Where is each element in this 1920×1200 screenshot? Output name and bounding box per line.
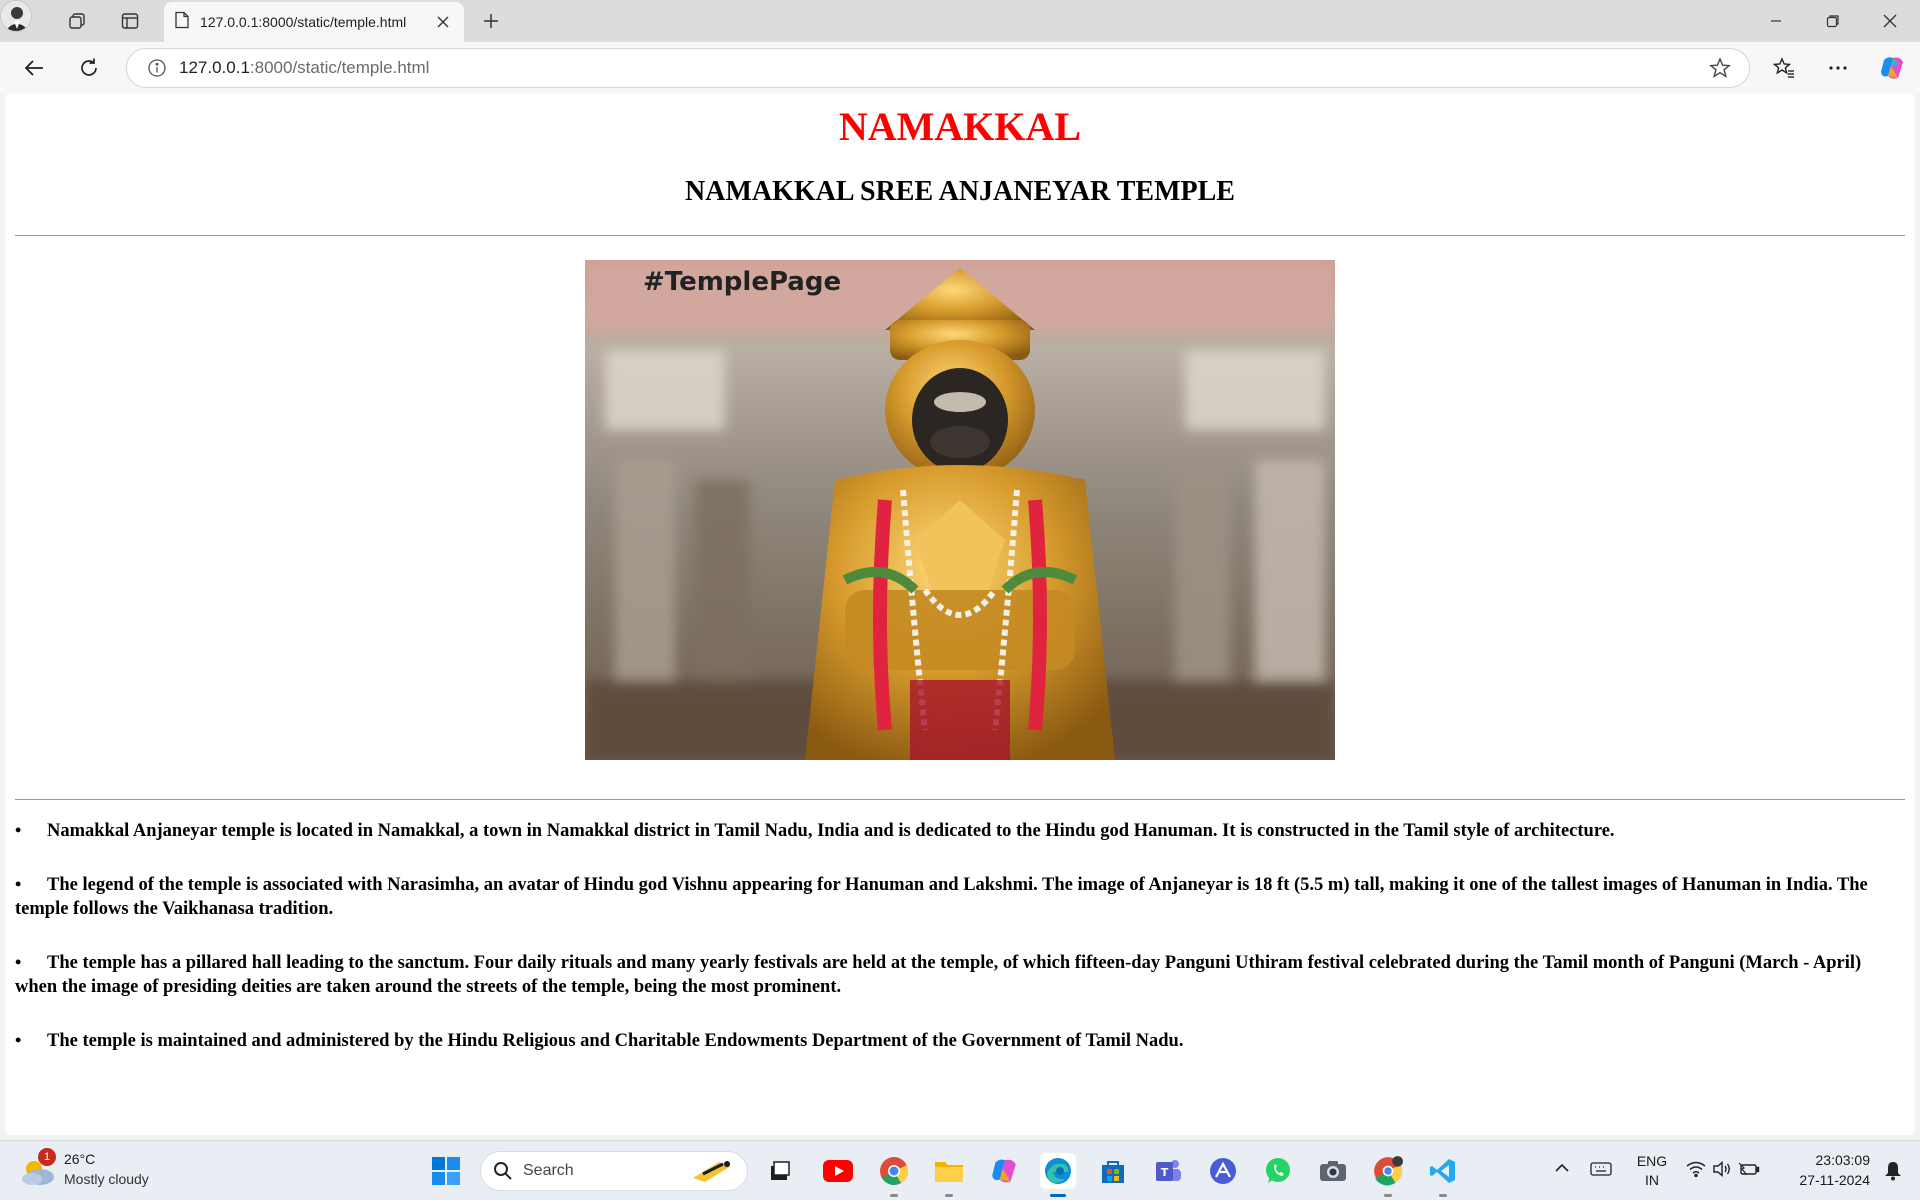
microsoft-store-icon[interactable]	[1095, 1153, 1131, 1189]
chrome-profile-icon[interactable]	[1370, 1153, 1406, 1197]
url-host: 127.0.0.1	[179, 58, 250, 77]
url-text: 127.0.0.1:8000/static/temple.html	[179, 58, 429, 78]
clock-date[interactable]: 27-11-2024	[1776, 1172, 1870, 1188]
list-item: • The temple is maintained and administer…	[15, 1028, 1905, 1053]
page-icon	[174, 11, 190, 34]
chevron-up-icon[interactable]	[1554, 1161, 1570, 1179]
close-tab-icon[interactable]	[432, 11, 454, 33]
divider-bottom	[15, 799, 1905, 800]
tab-title: 127.0.0.1:8000/static/temple.html	[200, 14, 407, 30]
teams-icon[interactable]: T	[1150, 1153, 1186, 1189]
hanuman-idol-image: #TemplePage	[585, 260, 1335, 760]
search-icon	[493, 1161, 513, 1181]
minimize-icon[interactable]	[1748, 0, 1804, 42]
site-title: NAMAKKAL	[838, 104, 1082, 149]
language-code[interactable]: ENG	[1632, 1153, 1672, 1169]
new-tab-icon[interactable]	[476, 7, 506, 35]
site-info-icon[interactable]	[147, 58, 167, 78]
edge-browser-icon[interactable]	[1040, 1153, 1076, 1197]
page-viewport: NAMAKKAL NAMAKKAL SREE ANJANEYAR TEMPLE	[5, 93, 1915, 1135]
volume-icon[interactable]	[1712, 1160, 1732, 1182]
svg-text:T: T	[1161, 1166, 1169, 1179]
camera-icon[interactable]	[1315, 1153, 1351, 1189]
favorite-star-icon[interactable]	[1709, 57, 1731, 79]
restore-icon[interactable]	[1805, 0, 1861, 42]
start-button[interactable]	[428, 1153, 464, 1189]
fact-text: The legend of the temple is associated w…	[15, 875, 1868, 919]
taskbar-search[interactable]: Search	[480, 1151, 748, 1191]
back-arrow-icon[interactable]	[18, 52, 50, 84]
copilot-icon[interactable]	[1876, 52, 1908, 84]
bullet: •	[15, 1030, 22, 1050]
temple-heading: NAMAKKAL SREE ANJANEYAR TEMPLE	[685, 176, 1235, 207]
fact-text: Namakkal Anjaneyar temple is located in …	[47, 821, 1615, 841]
tab-temple-page[interactable]: 127.0.0.1:8000/static/temple.html	[164, 2, 464, 42]
profile-avatar[interactable]	[0, 0, 32, 32]
notification-badge: 1	[38, 1148, 56, 1166]
weather-description: Mostly cloudy	[64, 1171, 149, 1187]
workspaces-icon[interactable]	[62, 7, 92, 35]
browser-tab-bar: 127.0.0.1:8000/static/temple.html	[0, 0, 1920, 42]
copilot-app-icon[interactable]	[986, 1153, 1022, 1189]
vpn-app-icon[interactable]	[1205, 1153, 1241, 1189]
bullet: •	[15, 820, 22, 840]
list-item: • Namakkal Anjaneyar temple is located in…	[15, 818, 1905, 843]
youtube-icon[interactable]	[820, 1153, 856, 1189]
vertical-tabs-icon[interactable]	[115, 7, 145, 35]
file-explorer-icon[interactable]	[931, 1153, 967, 1197]
language-region[interactable]: IN	[1632, 1172, 1672, 1188]
vscode-icon[interactable]	[1425, 1153, 1461, 1197]
weather-temperature: 26°C	[64, 1151, 96, 1167]
wifi-icon[interactable]	[1686, 1161, 1706, 1182]
search-label: Search	[523, 1162, 574, 1179]
bullet: •	[15, 952, 22, 972]
notification-bell-icon[interactable]	[1884, 1161, 1902, 1186]
search-highlight-icon	[689, 1156, 735, 1186]
whatsapp-icon[interactable]	[1260, 1153, 1296, 1189]
weather-widget[interactable]: 1 26°C Mostly cloudy	[20, 1148, 170, 1193]
temple-facts-list: • Namakkal Anjaneyar temple is located in…	[15, 818, 1905, 1053]
url-path: :8000/static/temple.html	[249, 58, 430, 77]
browser-toolbar: 127.0.0.1:8000/static/temple.html	[0, 42, 1920, 93]
battery-icon[interactable]	[1738, 1161, 1760, 1182]
list-item: • The temple has a pillared hall leading …	[15, 950, 1905, 999]
address-bar[interactable]: 127.0.0.1:8000/static/temple.html	[126, 48, 1750, 88]
chrome-icon[interactable]	[876, 1153, 912, 1197]
more-options-icon[interactable]	[1822, 52, 1854, 84]
task-view-icon[interactable]	[762, 1153, 798, 1189]
close-window-icon[interactable]	[1862, 0, 1918, 42]
refresh-icon[interactable]	[73, 52, 105, 84]
divider-top	[15, 235, 1905, 236]
fact-text: The temple is maintained and administere…	[47, 1031, 1184, 1051]
keyboard-icon[interactable]	[1590, 1161, 1612, 1182]
favorites-icon[interactable]	[1768, 52, 1800, 84]
image-caption: #TemplePage	[643, 267, 841, 297]
fact-text: The temple has a pillared hall leading t…	[15, 953, 1862, 997]
list-item: • The legend of the temple is associated …	[15, 872, 1905, 921]
taskbar: 1 26°C Mostly cloudy Search T ENG IN 23:…	[0, 1140, 1920, 1200]
bullet: •	[15, 874, 22, 894]
clock-time[interactable]: 23:03:09	[1776, 1152, 1871, 1168]
system-tray: ENG IN 23:03:09 27-11-2024	[1540, 1141, 1920, 1200]
